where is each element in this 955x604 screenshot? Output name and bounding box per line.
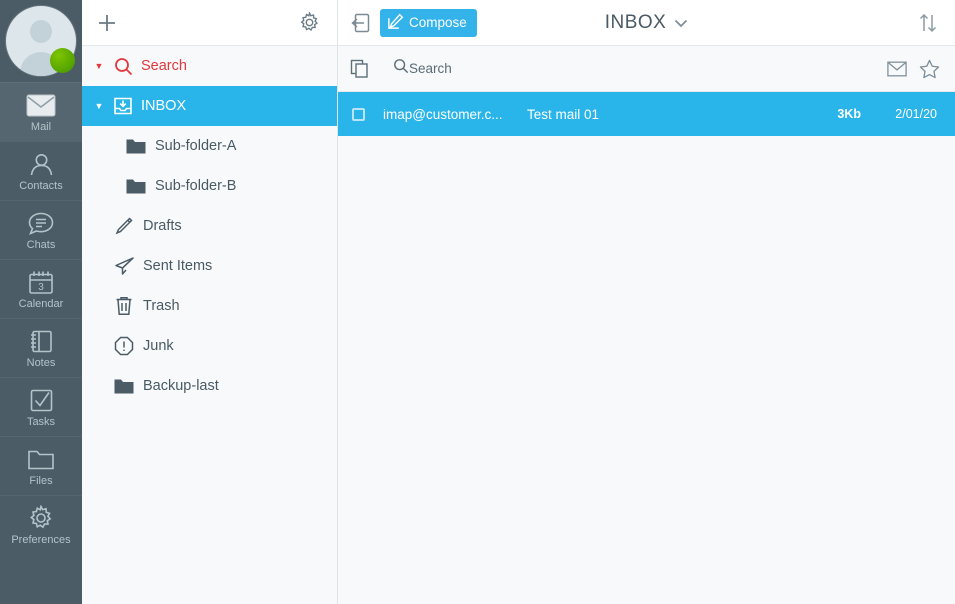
folder-name: Sent Items <box>143 258 213 274</box>
folder-name: Trash <box>143 298 180 314</box>
gear-icon <box>28 504 54 532</box>
rail-item-label: Mail <box>30 121 52 133</box>
rail-item-contacts[interactable]: Contacts <box>0 141 82 200</box>
row-checkbox[interactable] <box>352 107 365 121</box>
chats-icon <box>27 209 55 237</box>
paper-plane-icon <box>108 256 140 276</box>
folder-name: INBOX <box>141 98 187 114</box>
pencil-icon <box>108 216 140 236</box>
rail-item-label: Tasks <box>26 416 56 428</box>
contacts-icon <box>28 150 55 178</box>
caret-down-icon[interactable]: ▼ <box>90 61 108 71</box>
rail-item-tasks[interactable]: Tasks <box>0 377 82 436</box>
compose-button[interactable]: Compose <box>380 8 477 37</box>
rail-item-label: Chats <box>26 239 56 251</box>
search-icon <box>108 57 138 76</box>
folder-icon <box>108 378 140 395</box>
notes-icon <box>28 327 54 355</box>
plus-icon[interactable] <box>96 12 118 34</box>
rail-item-label: Contacts <box>19 180 63 192</box>
email-date: 2/01/20 <box>895 107 937 121</box>
email-list: imap@customer.c... Test mail 01 3Kb 2/01… <box>338 92 955 604</box>
rail-item-preferences[interactable]: Preferences <box>0 495 82 554</box>
folder-item-inbox[interactable]: ▼ INBOX <box>82 86 337 126</box>
email-size: 3Kb <box>837 107 861 121</box>
compose-label: Compose <box>409 15 467 30</box>
search-icon <box>393 58 409 79</box>
folder-name: Junk <box>143 338 174 354</box>
folder-item-sent-items[interactable]: Sent Items <box>82 246 337 286</box>
svg-text:3: 3 <box>38 282 44 293</box>
search-placeholder: Search <box>409 61 452 76</box>
folder-name: Sub-folder-A <box>155 138 237 154</box>
folder-item-backup-last[interactable]: Backup-last <box>82 366 337 406</box>
folder-tree: ▼ Search ▼ INBOX Sub-folder-A Sub-folder… <box>82 46 337 604</box>
rail-item-files[interactable]: Files <box>0 436 82 495</box>
tasks-icon <box>29 386 54 414</box>
sort-updown-icon[interactable] <box>917 12 939 34</box>
app-rail: Mail Contacts Chats 3 Calendar Notes Tas… <box>0 0 82 604</box>
email-subject: Test mail 01 <box>527 106 600 122</box>
rail-item-label: Calendar <box>18 298 64 310</box>
rail-item-mail[interactable]: Mail <box>0 82 82 141</box>
collapse-panel-icon[interactable] <box>348 10 374 36</box>
avatar-head <box>30 20 52 43</box>
app-window: Mail Contacts Chats 3 Calendar Notes Tas… <box>0 0 955 604</box>
files-icon <box>27 445 55 473</box>
star-icon[interactable] <box>919 59 940 79</box>
mail-icon <box>26 91 56 119</box>
folder-item-sub-folder-b[interactable]: Sub-folder-B <box>82 166 337 206</box>
avatar[interactable] <box>0 0 82 82</box>
search-input[interactable]: Search <box>393 58 452 79</box>
rail-item-notes[interactable]: Notes <box>0 318 82 377</box>
folder-icon <box>120 138 152 155</box>
folder-item-trash[interactable]: Trash <box>82 286 337 326</box>
caret-down-icon[interactable]: ▼ <box>90 101 108 111</box>
folder-item-drafts[interactable]: Drafts <box>82 206 337 246</box>
folder-panel: ▼ Search ▼ INBOX Sub-folder-A Sub-folder… <box>82 0 338 604</box>
chevron-down-icon[interactable] <box>674 18 688 28</box>
rail-item-label: Notes <box>26 357 56 369</box>
trash-icon <box>108 296 140 316</box>
rail-item-label: Files <box>29 475 53 487</box>
warning-icon <box>108 336 140 356</box>
inbox-icon <box>108 96 138 116</box>
rail-item-label: Preferences <box>11 534 71 546</box>
table-row[interactable]: imap@customer.c... Test mail 01 3Kb 2/01… <box>338 92 955 136</box>
folder-icon <box>120 178 152 195</box>
folder-search-row[interactable]: ▼ Search <box>82 46 337 86</box>
calendar-icon: 3 <box>28 268 54 296</box>
page-title[interactable]: INBOX <box>605 12 667 34</box>
folder-panel-header <box>82 0 337 46</box>
email-sender: imap@customer.c... <box>383 106 503 122</box>
rail-item-chats[interactable]: Chats <box>0 200 82 259</box>
copy-icon[interactable] <box>350 59 369 78</box>
gear-icon[interactable] <box>299 12 320 33</box>
folder-name: Backup-last <box>143 378 219 394</box>
mail-toolbar: Compose INBOX <box>338 0 955 46</box>
rail-item-calendar[interactable]: 3 Calendar <box>0 259 82 318</box>
folder-item-sub-folder-a[interactable]: Sub-folder-A <box>82 126 337 166</box>
folder-name: Search <box>141 58 187 74</box>
presence-status-dot[interactable] <box>50 48 75 73</box>
mail-list-panel: Compose INBOX Search imap@customer.c... … <box>338 0 955 604</box>
folder-item-junk[interactable]: Junk <box>82 326 337 366</box>
folder-name: Sub-folder-B <box>155 178 237 194</box>
compose-icon <box>387 13 404 33</box>
mail-subtoolbar: Search <box>338 46 955 92</box>
folder-name: Drafts <box>143 218 182 234</box>
envelope-icon[interactable] <box>887 61 907 77</box>
subtoolbar-actions <box>887 59 940 79</box>
